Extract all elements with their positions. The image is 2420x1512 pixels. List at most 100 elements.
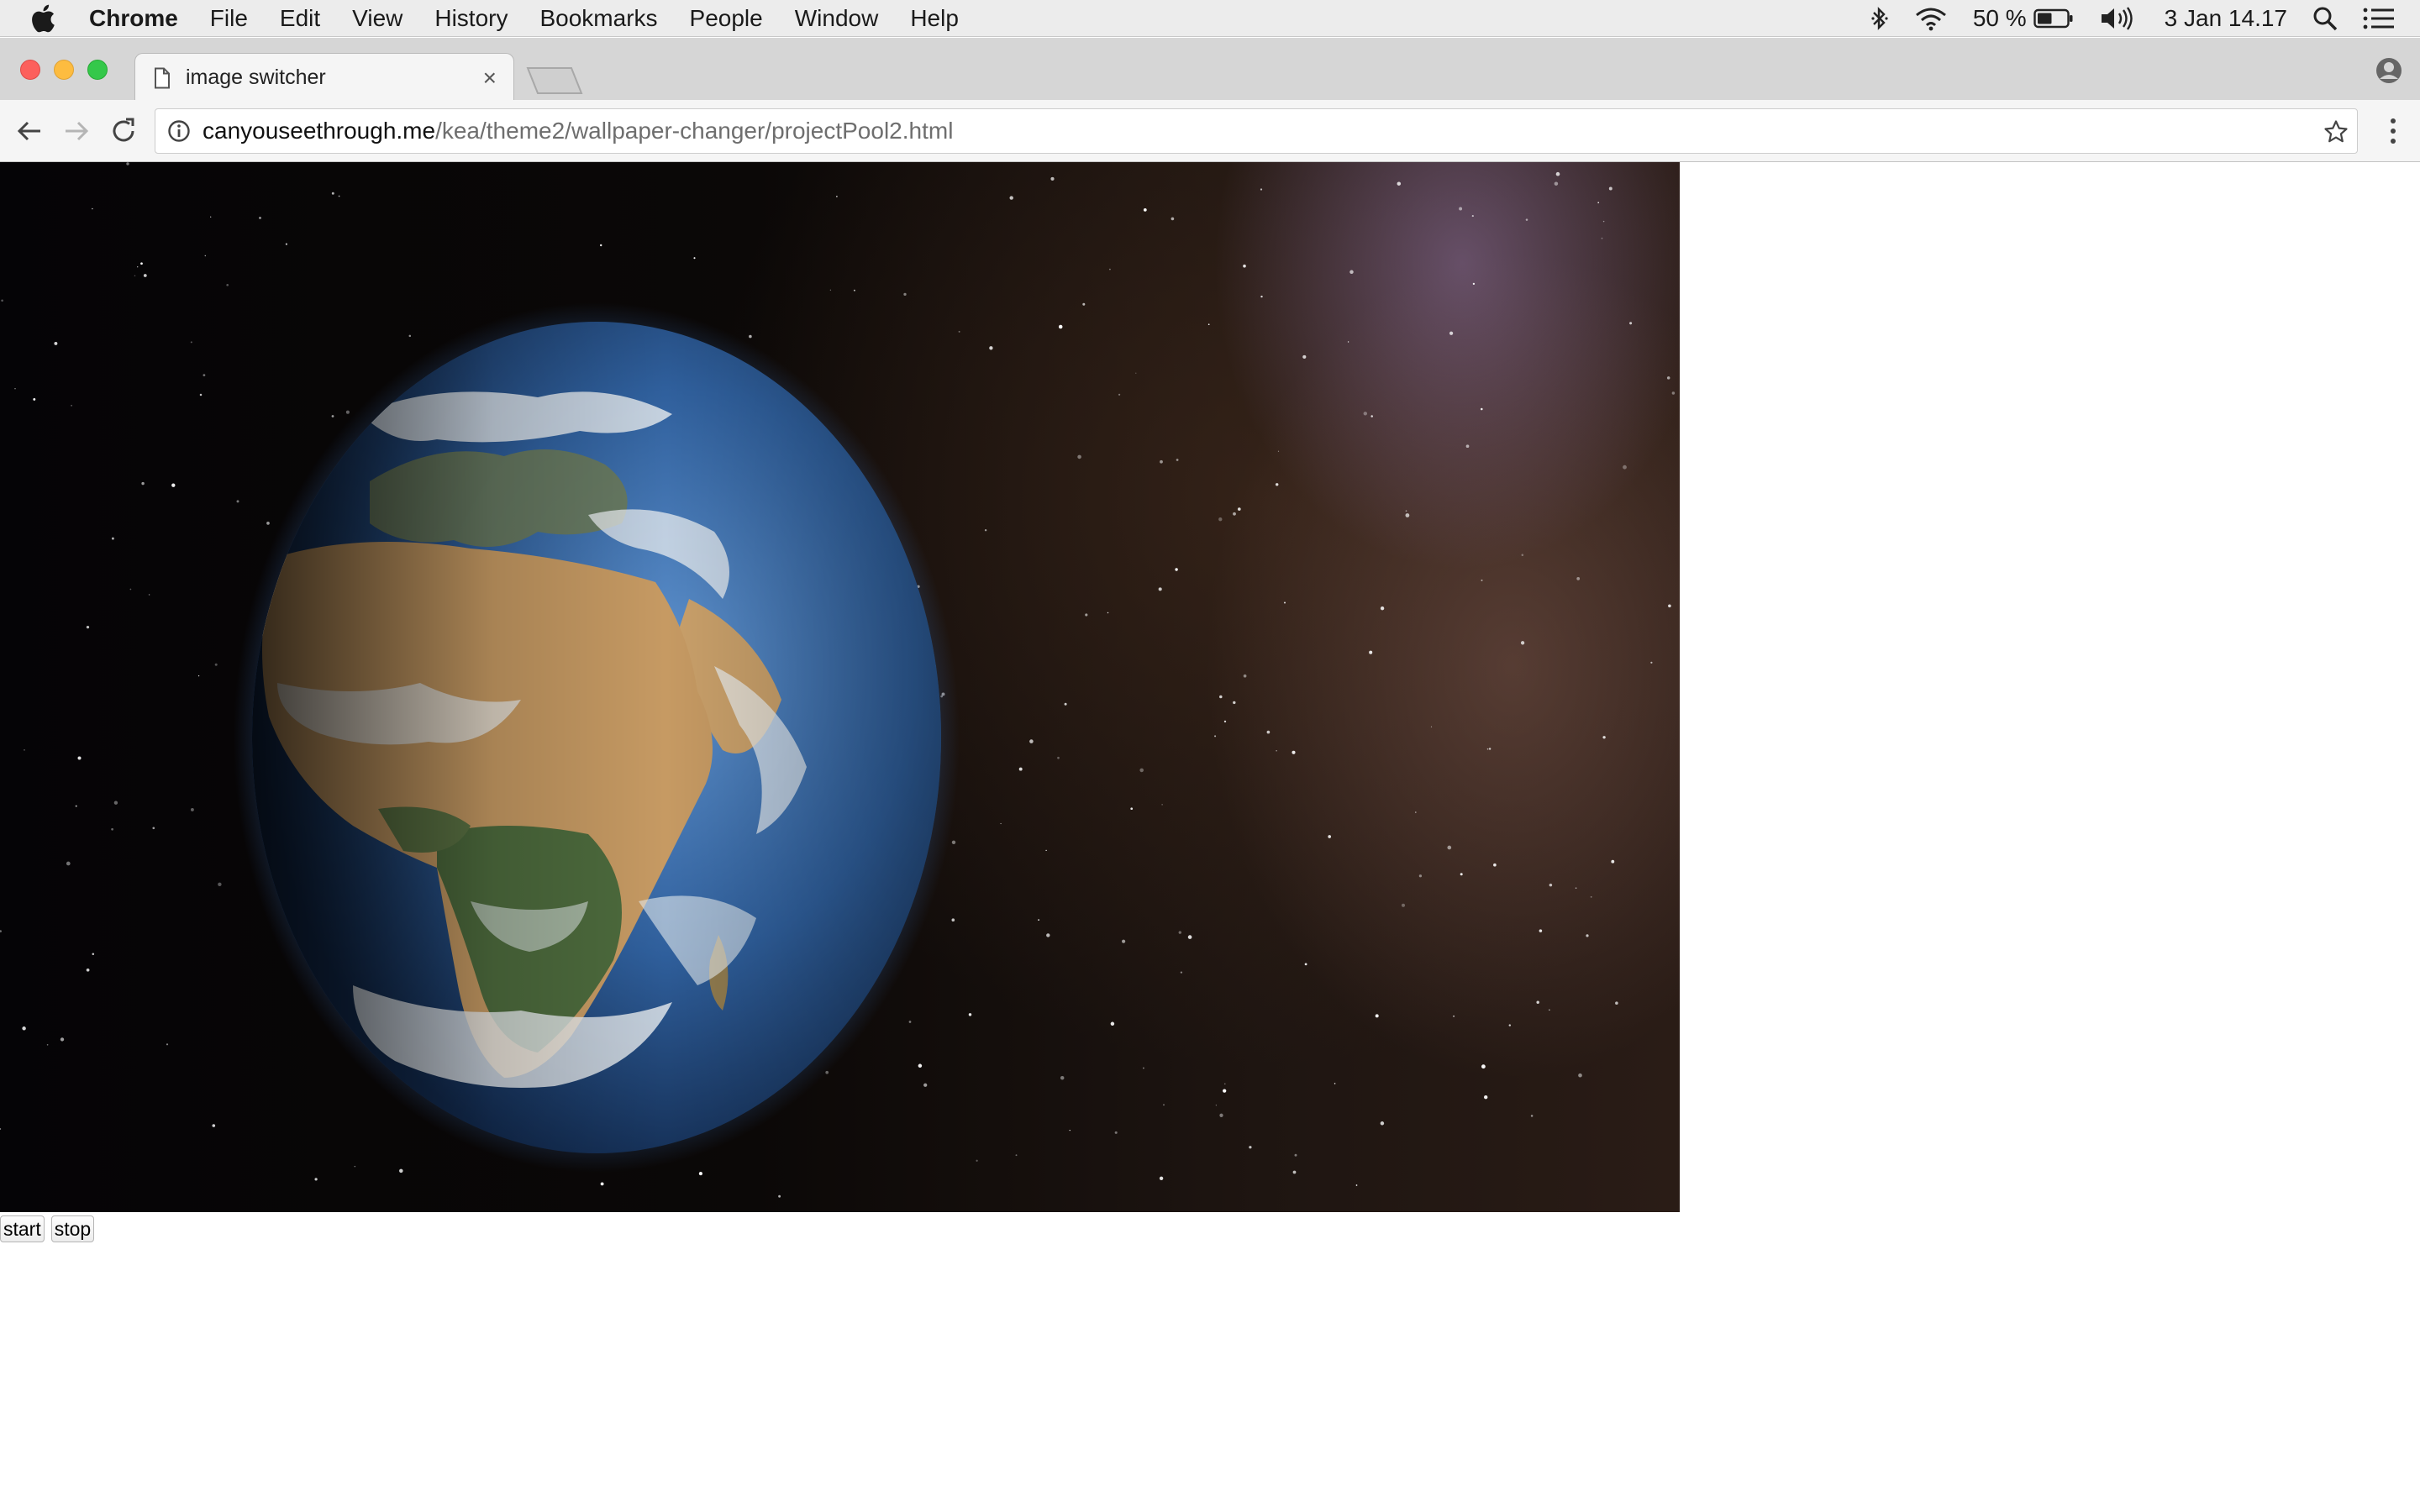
star bbox=[266, 522, 270, 525]
star bbox=[54, 341, 58, 345]
star bbox=[1380, 606, 1385, 611]
star bbox=[1158, 587, 1162, 591]
star bbox=[1233, 512, 1236, 516]
star-icon[interactable] bbox=[2323, 119, 2349, 149]
star bbox=[836, 196, 838, 197]
star bbox=[1015, 1154, 1018, 1157]
address-bar[interactable]: canyouseethrough.me/kea/theme2/wallpaper… bbox=[155, 108, 2358, 154]
stop-button[interactable]: stop bbox=[50, 1215, 95, 1242]
star bbox=[166, 1043, 169, 1046]
tab-strip: image switcher × bbox=[0, 38, 2420, 102]
star bbox=[1218, 517, 1223, 522]
menu-people[interactable]: People bbox=[690, 5, 763, 32]
star bbox=[1085, 613, 1088, 617]
star bbox=[210, 216, 212, 218]
star bbox=[1029, 739, 1034, 743]
star bbox=[1161, 804, 1163, 806]
menu-help[interactable]: Help bbox=[910, 5, 959, 32]
star bbox=[14, 388, 16, 390]
back-icon[interactable] bbox=[15, 117, 44, 145]
menu-window[interactable]: Window bbox=[795, 5, 879, 32]
battery-icon[interactable] bbox=[2033, 8, 2074, 29]
star bbox=[1108, 268, 1111, 270]
star bbox=[1623, 465, 1627, 470]
star bbox=[1629, 322, 1633, 325]
star bbox=[1334, 1083, 1336, 1084]
start-button[interactable]: start bbox=[0, 1215, 45, 1242]
star bbox=[853, 289, 855, 291]
profile-icon[interactable] bbox=[2375, 56, 2403, 89]
star bbox=[1243, 674, 1247, 678]
star bbox=[1038, 919, 1039, 921]
menu-file[interactable]: File bbox=[210, 5, 248, 32]
star bbox=[1549, 883, 1553, 887]
star bbox=[1369, 650, 1373, 654]
star bbox=[1178, 931, 1181, 934]
wallpaper-image bbox=[0, 162, 1680, 1212]
star bbox=[1650, 661, 1653, 664]
new-tab-button[interactable] bbox=[526, 66, 583, 95]
tab-close-button[interactable]: × bbox=[483, 65, 497, 92]
window-minimize-button[interactable] bbox=[54, 60, 74, 80]
star bbox=[1233, 701, 1236, 705]
star bbox=[1142, 1067, 1144, 1069]
star bbox=[1130, 807, 1134, 811]
star bbox=[71, 404, 73, 407]
volume-icon[interactable] bbox=[2099, 6, 2136, 31]
menu-app-chrome[interactable]: Chrome bbox=[89, 5, 178, 32]
apple-icon[interactable] bbox=[30, 4, 64, 33]
star bbox=[1472, 282, 1476, 286]
star bbox=[1064, 702, 1067, 706]
star bbox=[86, 625, 90, 629]
reload-icon[interactable] bbox=[109, 117, 138, 145]
menu-view[interactable]: View bbox=[352, 5, 402, 32]
star bbox=[1304, 963, 1307, 966]
star bbox=[1045, 849, 1047, 852]
window-zoom-button[interactable] bbox=[87, 60, 108, 80]
star bbox=[1405, 513, 1410, 517]
menu-bookmarks[interactable]: Bookmarks bbox=[539, 5, 657, 32]
star bbox=[1266, 730, 1270, 734]
star bbox=[1009, 196, 1013, 200]
star bbox=[214, 663, 218, 666]
window-close-button[interactable] bbox=[20, 60, 40, 80]
star bbox=[1608, 186, 1612, 191]
menubar-clock[interactable]: 3 Jan 14.17 bbox=[2165, 5, 2287, 32]
menu-history[interactable]: History bbox=[434, 5, 508, 32]
star bbox=[1481, 1064, 1486, 1069]
star bbox=[190, 807, 194, 811]
url-text[interactable]: canyouseethrough.me/kea/theme2/wallpaper… bbox=[203, 118, 953, 144]
star bbox=[314, 1178, 318, 1181]
menu-icon[interactable] bbox=[2388, 117, 2398, 150]
star bbox=[984, 529, 987, 532]
star bbox=[60, 1037, 65, 1042]
star bbox=[1555, 171, 1560, 176]
document-icon bbox=[154, 67, 171, 89]
star bbox=[1549, 1009, 1550, 1011]
star bbox=[1249, 1146, 1252, 1149]
notification-center-icon[interactable] bbox=[2363, 7, 2395, 30]
star bbox=[1237, 507, 1241, 511]
menu-edit[interactable]: Edit bbox=[280, 5, 320, 32]
forward-icon[interactable] bbox=[62, 117, 91, 145]
wifi-icon[interactable] bbox=[1914, 6, 1948, 31]
star bbox=[923, 1083, 928, 1087]
info-icon[interactable] bbox=[167, 119, 191, 143]
spotlight-icon[interactable] bbox=[2312, 6, 2338, 31]
star bbox=[599, 244, 602, 247]
star bbox=[958, 330, 960, 333]
star bbox=[134, 275, 136, 277]
star bbox=[92, 207, 93, 210]
star bbox=[1666, 376, 1670, 380]
tab-image-switcher[interactable]: image switcher × bbox=[134, 53, 514, 102]
star bbox=[1370, 415, 1373, 417]
star bbox=[1292, 1170, 1297, 1174]
star bbox=[1223, 1089, 1227, 1093]
star bbox=[1260, 188, 1263, 191]
bluetooth-icon[interactable] bbox=[1870, 6, 1889, 31]
star bbox=[1175, 568, 1178, 571]
star bbox=[1578, 1073, 1582, 1078]
star bbox=[1447, 845, 1452, 850]
star bbox=[46, 1044, 49, 1046]
star bbox=[1471, 215, 1474, 218]
